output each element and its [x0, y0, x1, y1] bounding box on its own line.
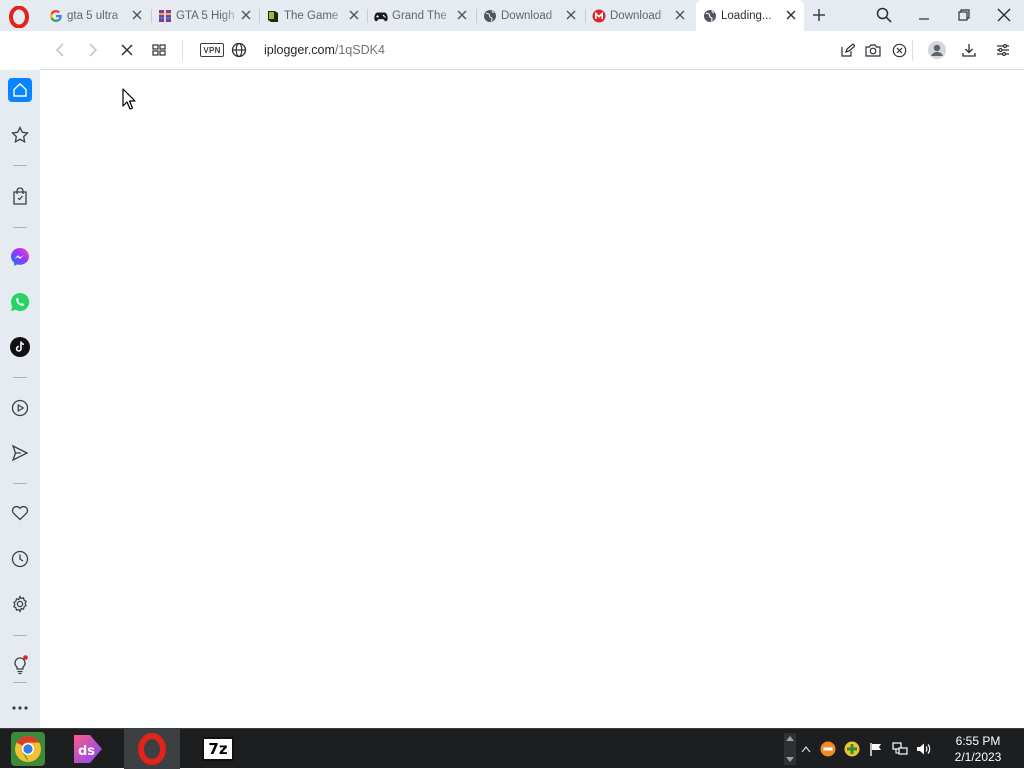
- easy-setup-icon[interactable]: [994, 41, 1012, 59]
- adblock-icon[interactable]: [890, 41, 908, 59]
- url-domain: iplogger.com: [264, 43, 335, 57]
- tab-title: gta 5 ultra: [67, 9, 119, 22]
- app-tray-green-icon[interactable]: [844, 741, 860, 757]
- tab-close-icon[interactable]: [239, 8, 253, 22]
- opera-icon[interactable]: [124, 729, 180, 769]
- tab-loading[interactable]: Loading...: [696, 0, 804, 31]
- network-icon[interactable]: [892, 741, 908, 757]
- ds-label: ds: [78, 744, 95, 759]
- back-button[interactable]: [50, 40, 70, 60]
- close-window-button[interactable]: [992, 4, 1016, 26]
- action-center-flag-icon[interactable]: [868, 741, 884, 757]
- mega-icon: [592, 9, 606, 23]
- history-icon[interactable]: [8, 547, 32, 571]
- edit-icon[interactable]: [838, 41, 856, 59]
- ds-icon[interactable]: ds: [60, 729, 116, 769]
- tab-download-1[interactable]: Download: [476, 0, 584, 31]
- forward-button[interactable]: [83, 40, 103, 60]
- tray-scroll[interactable]: [784, 733, 796, 765]
- tab-title: Grand The: [392, 9, 447, 22]
- tab-title: Download: [610, 9, 662, 22]
- home-icon[interactable]: [8, 78, 32, 102]
- heart-icon[interactable]: [8, 501, 32, 525]
- player-icon[interactable]: [8, 396, 32, 420]
- more-icon[interactable]: [8, 696, 32, 720]
- globe-icon: [703, 9, 717, 23]
- shopping-bag-icon[interactable]: [8, 184, 32, 208]
- tab-title: Download: [501, 9, 553, 22]
- tab-title: Loading...: [721, 9, 772, 22]
- account-avatar-icon[interactable]: [927, 40, 947, 60]
- clock-time: 6:55 PM: [955, 734, 1001, 748]
- gamepad-icon: [374, 9, 388, 23]
- opera-menu-icon[interactable]: [8, 6, 30, 28]
- tab-close-icon[interactable]: [130, 8, 144, 22]
- url-path: /1qSDK4: [334, 43, 385, 57]
- tab-gta5-high[interactable]: GTA 5 High: [151, 0, 259, 31]
- tab-close-icon[interactable]: [564, 8, 578, 22]
- new-tab-button[interactable]: [810, 6, 828, 24]
- google-g-icon: [49, 9, 63, 23]
- book-icon: [266, 9, 280, 23]
- clock-date: 2/1/2023: [954, 750, 1002, 764]
- winrar-icon: [158, 9, 172, 23]
- send-icon[interactable]: [8, 441, 32, 465]
- tab-gta5-ultra[interactable]: gta 5 ultra: [42, 0, 150, 31]
- system-clock[interactable]: 6:55 PM 2/1/2023: [944, 733, 1012, 765]
- taskbar: ds 7z 6:55 PM 2/1/2023: [0, 728, 1024, 769]
- mouse-cursor-icon: [122, 88, 136, 110]
- tab-grand-theft[interactable]: Grand The: [367, 0, 475, 31]
- show-hidden-icons-icon[interactable]: [798, 741, 814, 757]
- vpn-badge[interactable]: VPN: [200, 43, 224, 57]
- tab-the-game[interactable]: The Game: [259, 0, 367, 31]
- sidebar: [0, 70, 40, 728]
- app-tray-orange-icon[interactable]: [820, 741, 836, 757]
- tab-close-icon[interactable]: [347, 8, 361, 22]
- downloads-icon[interactable]: [960, 41, 978, 59]
- tab-grid-icon[interactable]: [149, 40, 169, 60]
- star-icon[interactable]: [8, 123, 32, 147]
- tab-download-2[interactable]: Download: [585, 0, 693, 31]
- url-field[interactable]: iplogger.com/1qSDK4: [264, 43, 385, 57]
- site-info-globe-icon[interactable]: [231, 42, 247, 58]
- tab-close-icon[interactable]: [784, 8, 798, 22]
- 7zip-label: 7z: [208, 740, 228, 758]
- tab-close-icon[interactable]: [455, 8, 469, 22]
- tiktok-icon[interactable]: [8, 335, 32, 359]
- stop-loading-button[interactable]: [117, 40, 137, 60]
- restore-button[interactable]: [952, 4, 976, 26]
- page-content[interactable]: [40, 70, 1024, 728]
- search-tabs-icon[interactable]: [872, 4, 896, 26]
- settings-icon[interactable]: [8, 592, 32, 616]
- tab-title: The Game: [284, 9, 339, 22]
- minimize-button[interactable]: [912, 4, 936, 26]
- whatsapp-icon[interactable]: [8, 290, 32, 314]
- volume-icon[interactable]: [916, 741, 932, 757]
- tab-title: GTA 5 High: [176, 9, 235, 22]
- address-bar: VPN iplogger.com/1qSDK4: [40, 31, 1024, 70]
- snapshot-camera-icon[interactable]: [864, 41, 882, 59]
- globe-icon: [483, 9, 497, 23]
- 7zip-icon[interactable]: 7z: [190, 729, 246, 769]
- lightbulb-icon[interactable]: [8, 653, 32, 677]
- messenger-icon[interactable]: [8, 245, 32, 269]
- chrome-icon[interactable]: [0, 729, 56, 769]
- tab-close-icon[interactable]: [673, 8, 687, 22]
- tab-strip: gta 5 ultra GTA 5 High The Game Grand Th…: [0, 0, 1024, 31]
